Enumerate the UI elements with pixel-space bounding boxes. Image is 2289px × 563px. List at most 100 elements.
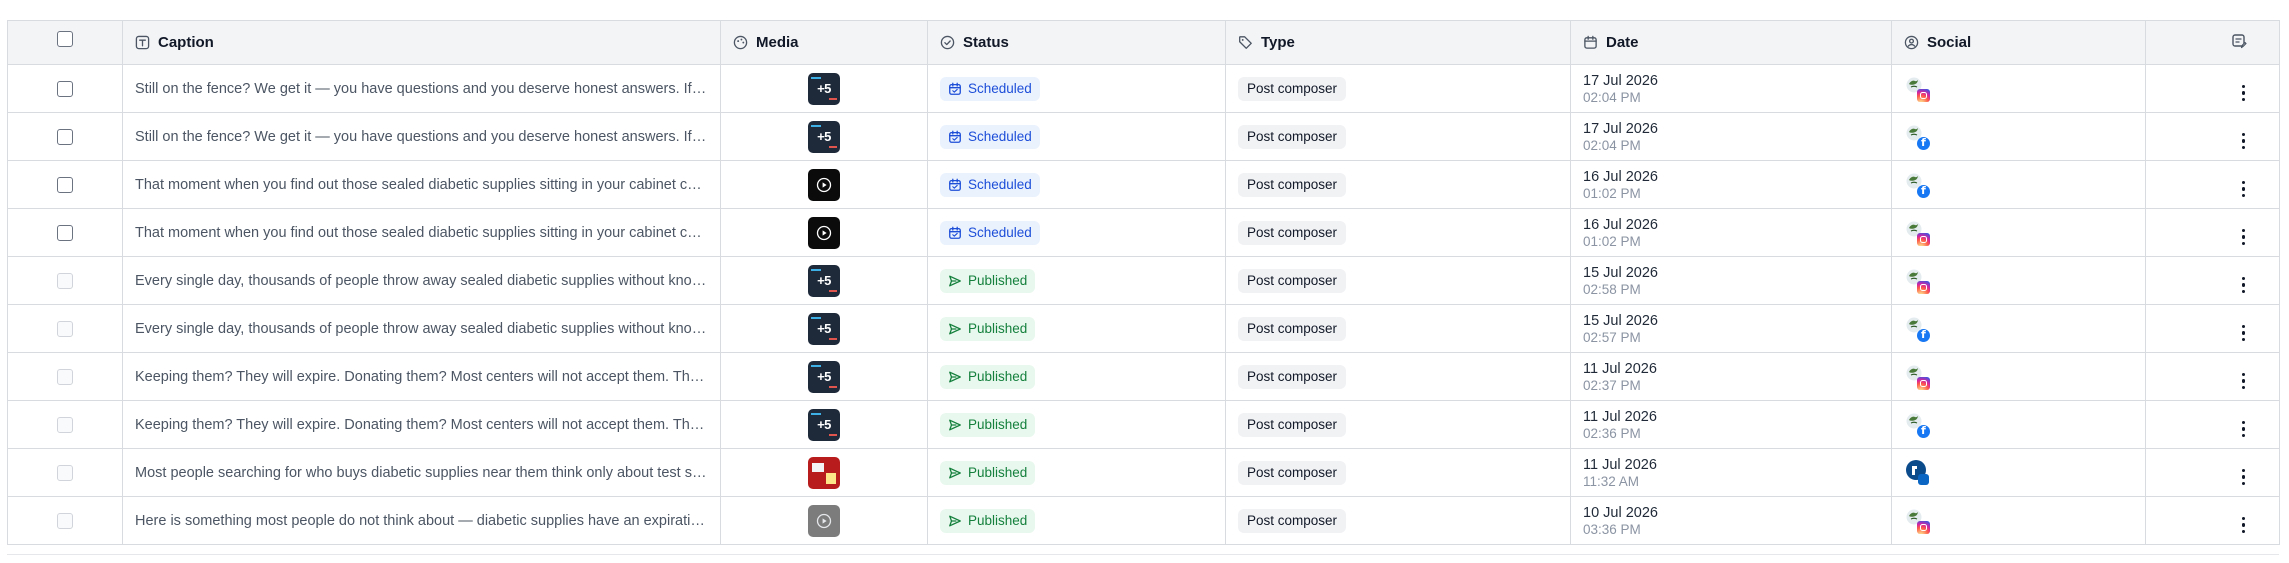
table-row[interactable]: Keeping them? They will expire. Donating…: [7, 400, 2280, 449]
status-badge: Published: [940, 268, 1036, 293]
date-cell: 17 Jul 2026 02:04 PM: [1570, 112, 1892, 161]
date-cell: 17 Jul 2026 02:04 PM: [1570, 64, 1892, 113]
media-thumbnail[interactable]: +5: [808, 312, 840, 345]
date-column-header[interactable]: Date: [1570, 20, 1892, 65]
type-badge: Post composer: [1238, 76, 1347, 101]
status-badge: Scheduled: [940, 76, 1040, 101]
table-row[interactable]: That moment when you find out those seal…: [7, 160, 2280, 209]
social-account[interactable]: [1906, 268, 1932, 294]
social-cell: [1891, 448, 2146, 497]
row-actions-menu-icon[interactable]: [2241, 324, 2246, 341]
status-label: Published: [968, 321, 1028, 336]
row-actions-menu-icon[interactable]: [2241, 180, 2246, 197]
type-cell: Post composer: [1225, 304, 1571, 353]
row-checkbox[interactable]: [57, 80, 73, 97]
status-cell: Scheduled: [927, 208, 1226, 257]
play-icon: [816, 177, 832, 192]
caption-cell[interactable]: Keeping them? They will expire. Donating…: [122, 352, 721, 401]
media-thumbnail[interactable]: [808, 504, 840, 537]
table-row[interactable]: That moment when you find out those seal…: [7, 208, 2280, 257]
social-account[interactable]: [1906, 459, 1932, 486]
actions-cell: [2145, 64, 2280, 113]
row-actions-menu-icon[interactable]: [2241, 468, 2246, 485]
date-text: 17 Jul 2026: [1583, 121, 1658, 137]
time-text: 02:04 PM: [1583, 90, 1641, 106]
table-row[interactable]: Every single day, thousands of people th…: [7, 256, 2280, 305]
row-checkbox[interactable]: [57, 176, 73, 193]
caption-cell[interactable]: Still on the fence? We get it — you have…: [122, 112, 721, 161]
date-cell: 11 Jul 2026 11:32 AM: [1570, 448, 1892, 497]
type-badge: Post composer: [1238, 220, 1347, 245]
facebook-icon: [1917, 328, 1930, 342]
date-cell: 16 Jul 2026 01:02 PM: [1570, 208, 1892, 257]
caption-cell[interactable]: Keeping them? They will expire. Donating…: [122, 400, 721, 449]
caption-cell[interactable]: Every single day, thousands of people th…: [122, 256, 721, 305]
date-cell: 15 Jul 2026 02:57 PM: [1570, 304, 1892, 353]
row-actions-menu-icon[interactable]: [2241, 276, 2246, 293]
media-column-header[interactable]: Media: [720, 20, 928, 65]
social-account[interactable]: [1906, 364, 1932, 390]
media-thumbnail[interactable]: +5: [808, 360, 840, 393]
caption-column-header[interactable]: Caption: [122, 20, 721, 65]
table-row[interactable]: Here is something most people do not thi…: [7, 496, 2280, 545]
caption-cell[interactable]: That moment when you find out those seal…: [122, 160, 721, 209]
media-thumbnail[interactable]: [808, 456, 840, 489]
table-row[interactable]: Still on the fence? We get it — you have…: [7, 64, 2280, 113]
caption-cell[interactable]: Here is something most people do not thi…: [122, 496, 721, 545]
row-actions-menu-icon[interactable]: [2241, 132, 2246, 149]
column-settings-icon[interactable]: [2231, 33, 2247, 49]
media-thumbnail[interactable]: [808, 216, 840, 249]
row-actions-menu-icon[interactable]: [2241, 420, 2246, 437]
facebook-icon: [1917, 184, 1930, 198]
row-select-cell: [7, 160, 123, 209]
social-account[interactable]: [1906, 76, 1932, 102]
status-cell: Published: [927, 448, 1226, 497]
status-header-label: Status: [963, 34, 1009, 51]
row-actions-menu-icon[interactable]: [2241, 372, 2246, 389]
table-row[interactable]: Most people searching for who buys diabe…: [7, 448, 2280, 497]
row-actions-menu-icon[interactable]: [2241, 228, 2246, 245]
date-text: 15 Jul 2026: [1583, 313, 1658, 329]
calendar-icon: [1584, 35, 1597, 49]
time-text: 11:32 AM: [1583, 474, 1640, 490]
status-label: Scheduled: [968, 129, 1032, 144]
media-thumbnail[interactable]: +5: [808, 264, 840, 297]
table-row[interactable]: Keeping them? They will expire. Donating…: [7, 352, 2280, 401]
social-cell: [1891, 352, 2146, 401]
media-thumbnail[interactable]: [808, 168, 840, 201]
media-cell: +5: [720, 64, 928, 113]
select-all-checkbox[interactable]: [57, 31, 73, 48]
social-header-label: Social: [1927, 34, 1972, 51]
social-column-header[interactable]: Social: [1891, 20, 2146, 65]
social-account[interactable]: [1906, 412, 1932, 438]
row-checkbox[interactable]: [57, 128, 73, 145]
caption-cell[interactable]: Still on the fence? We get it — you have…: [122, 64, 721, 113]
type-column-header[interactable]: Type: [1225, 20, 1571, 65]
caption-cell[interactable]: Every single day, thousands of people th…: [122, 304, 721, 353]
caption-cell[interactable]: Most people searching for who buys diabe…: [122, 448, 721, 497]
date-text: 15 Jul 2026: [1583, 265, 1658, 281]
social-account[interactable]: [1906, 316, 1932, 342]
social-account[interactable]: [1906, 508, 1932, 534]
row-actions-menu-icon[interactable]: [2241, 84, 2246, 101]
media-thumbnail[interactable]: +5: [808, 408, 840, 441]
table-row[interactable]: Still on the fence? We get it — you have…: [7, 112, 2280, 161]
social-cell: [1891, 208, 2146, 257]
row-checkbox[interactable]: [57, 224, 73, 241]
social-account[interactable]: [1906, 220, 1932, 246]
social-account[interactable]: [1906, 172, 1932, 198]
row-actions-menu-icon[interactable]: [2241, 516, 2246, 533]
posts-table-container: Caption Media Status Type Date Social St…: [7, 20, 2280, 545]
media-thumbnail[interactable]: +5: [808, 72, 840, 105]
date-header-label: Date: [1606, 34, 1639, 51]
type-badge: Post composer: [1238, 172, 1347, 197]
media-thumbnail[interactable]: +5: [808, 120, 840, 153]
media-cell: [720, 208, 928, 257]
social-account[interactable]: [1906, 124, 1932, 150]
caption-cell[interactable]: That moment when you find out those seal…: [122, 208, 721, 257]
tag-icon: [1239, 36, 1252, 49]
table-row[interactable]: Every single day, thousands of people th…: [7, 304, 2280, 353]
status-label: Published: [968, 369, 1028, 384]
status-cell: Scheduled: [927, 112, 1226, 161]
status-column-header[interactable]: Status: [927, 20, 1226, 65]
